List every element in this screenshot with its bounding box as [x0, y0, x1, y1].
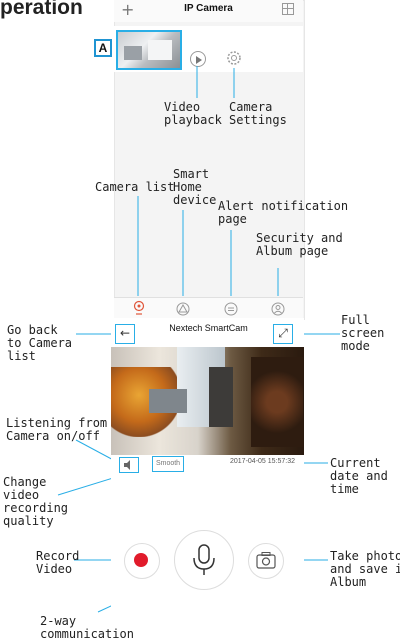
label-line: playback	[164, 113, 222, 127]
fullscreen-button[interactable]: ⤢	[273, 324, 293, 344]
label-full-screen: Full screen mode	[341, 314, 384, 353]
camera-icon	[256, 552, 276, 569]
label-line: Camera list	[95, 180, 175, 194]
live-video[interactable]	[111, 347, 304, 455]
label-line: time	[330, 482, 359, 496]
video-shape	[149, 389, 187, 413]
label-line: Settings	[229, 113, 287, 127]
label-line: quality	[3, 514, 54, 528]
snapshot-button[interactable]	[248, 543, 284, 579]
label-alert-page: Alert notification page	[218, 200, 348, 226]
microphone-icon	[193, 544, 215, 575]
label-line: list	[7, 349, 36, 363]
label-line: communication	[40, 627, 134, 641]
label-camera-settings: Camera Settings	[229, 101, 287, 127]
label-go-back: Go back to Camera list	[7, 324, 72, 363]
label-line: Camera on/off	[6, 429, 100, 443]
label-listening: Listening from Camera on/off	[6, 417, 107, 443]
label-line: Album page	[256, 244, 329, 258]
talk-button[interactable]	[174, 530, 234, 590]
label-record-video: Record Video	[36, 550, 79, 576]
label-line: Video	[36, 562, 73, 576]
quality-button[interactable]: Smooth	[152, 456, 184, 472]
record-dot-icon	[134, 553, 148, 567]
label-take-photo: Take photo and save in Album	[330, 550, 400, 589]
label-video-playback: Video playback	[164, 101, 222, 127]
speaker-icon[interactable]	[119, 457, 139, 473]
label-smart-home: Smart Home device	[173, 168, 216, 207]
label-change-quality: Change video recording quality	[3, 476, 68, 528]
label-line: mode	[341, 339, 370, 353]
label-security-album: Security and Album page	[256, 232, 343, 258]
label-current-date: Current date and time	[330, 457, 388, 496]
label-two-way: 2-way communication	[40, 615, 134, 641]
label-camera-list: Camera list	[95, 181, 174, 194]
camera-list-icon[interactable]	[132, 300, 146, 320]
video-shape	[251, 357, 303, 447]
label-line: page	[218, 212, 247, 226]
label-line: Album	[330, 575, 367, 589]
timestamp: 2017-04-05 15:57:32	[230, 458, 295, 465]
label-line: device	[173, 193, 217, 207]
video-shape	[209, 367, 233, 427]
